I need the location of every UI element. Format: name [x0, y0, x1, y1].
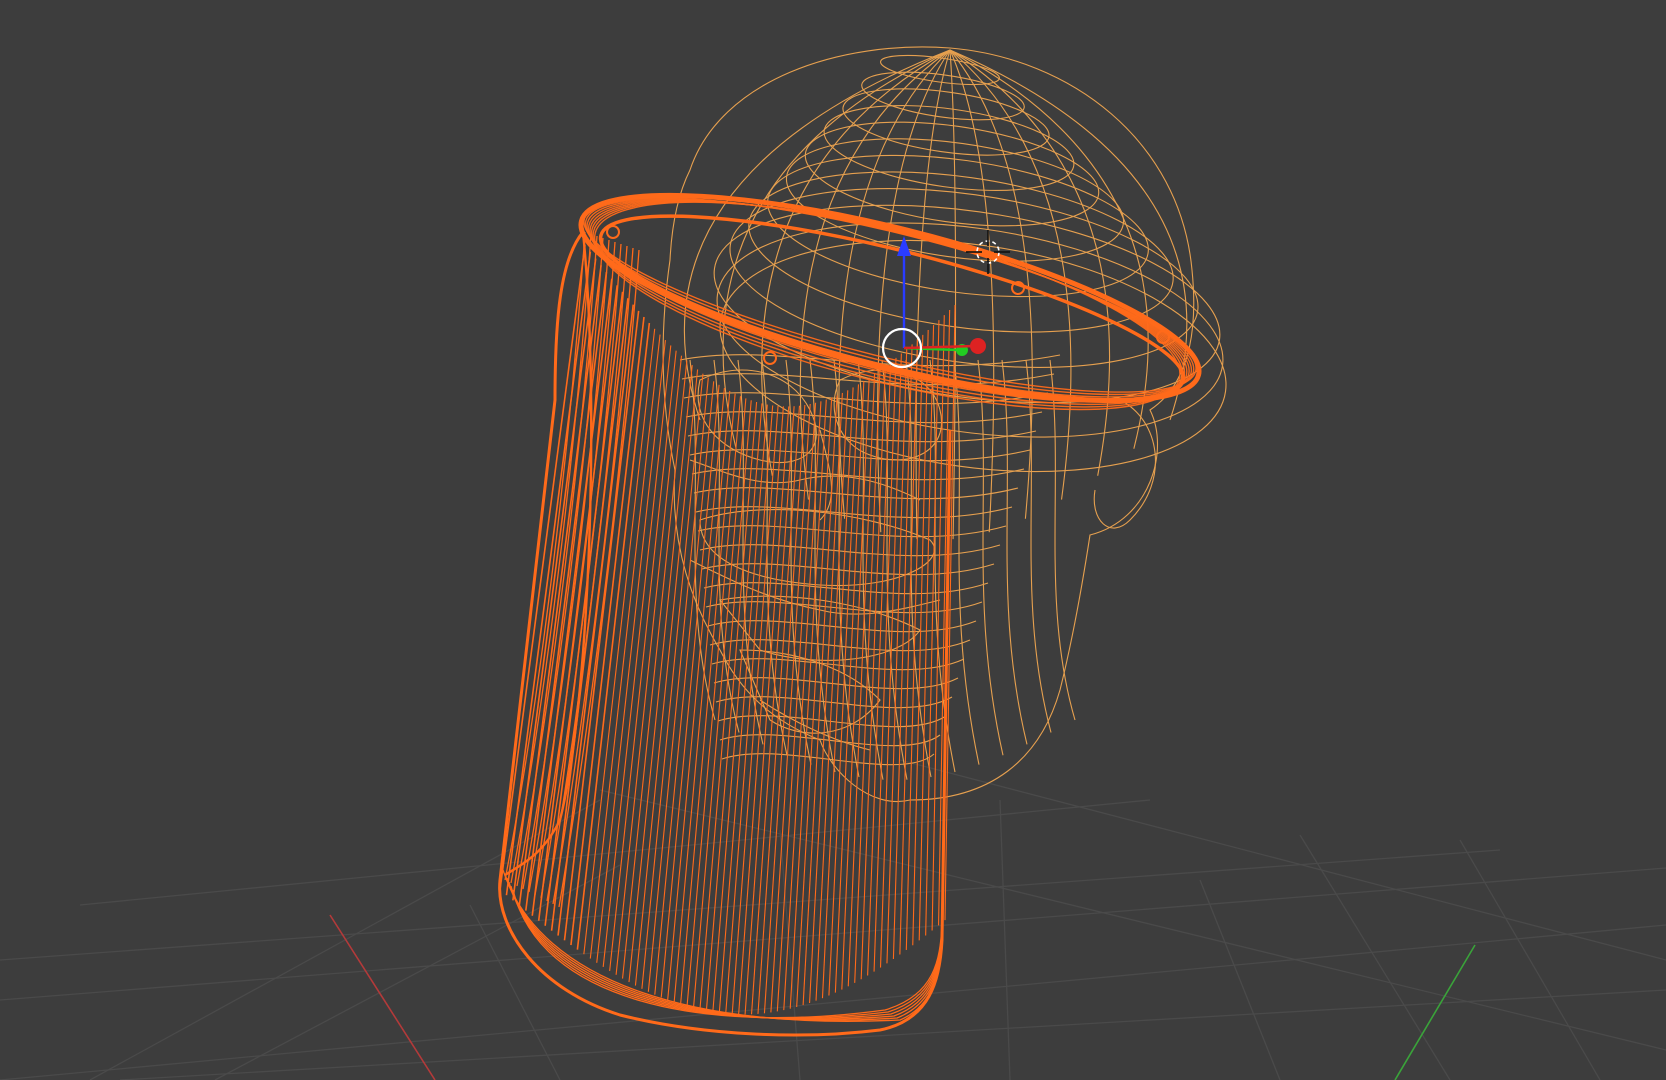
- grid-line: [899, 759, 1666, 961]
- x-axis-line: [329, 914, 436, 1080]
- face-detail: [1093, 399, 1156, 529]
- grid-line: [1459, 839, 1601, 1080]
- head-meridian: [799, 49, 951, 500]
- grid-line: [469, 904, 561, 1080]
- head-ring: [729, 188, 1199, 368]
- transform-gizmo[interactable]: [881, 236, 986, 369]
- shield-strip: [634, 369, 699, 986]
- y-axis-line: [1394, 944, 1476, 1080]
- shield-strip: [660, 384, 720, 998]
- gizmo-z-arrow[interactable]: [897, 236, 911, 256]
- shield-strip: [518, 265, 602, 906]
- grid-line: [999, 799, 1011, 1080]
- grid-line: [1199, 879, 1281, 1080]
- face-mesh-col: [1025, 359, 1052, 733]
- grid-line: [214, 864, 621, 1080]
- grid-line: [0, 924, 1666, 1080]
- grid-line: [79, 799, 1151, 906]
- shield-strip: [879, 353, 902, 968]
- face-mesh-row: [707, 620, 977, 633]
- shield-strip: [621, 360, 688, 979]
- shield-strip: [757, 405, 801, 1014]
- shield-strip: [731, 405, 779, 1015]
- shield-strip: [776, 402, 817, 1012]
- shield-strip: [628, 365, 693, 983]
- shield-strip: [783, 401, 822, 1011]
- shield-strip: [505, 251, 592, 896]
- headband-hole: [606, 225, 620, 239]
- shield-strip: [854, 370, 881, 983]
- headband-hole: [763, 351, 777, 365]
- shield-strip: [763, 404, 806, 1014]
- shield-strip: [602, 345, 672, 967]
- face-mesh-row: [715, 696, 953, 709]
- shield-strip: [499, 244, 586, 891]
- shield-strip: [654, 381, 715, 995]
- grid-line: [119, 989, 1666, 1080]
- face-mesh-row: [705, 601, 983, 614]
- head-ring: [842, 88, 1050, 156]
- grid-line: [779, 829, 801, 1080]
- face-mesh-col: [1049, 359, 1076, 721]
- face-shield-wireframe[interactable]: [498, 231, 956, 1037]
- headband-ring[interactable]: [565, 153, 1216, 452]
- 3d-viewport[interactable]: [0, 0, 1666, 1080]
- gizmo-x-handle[interactable]: [970, 338, 986, 354]
